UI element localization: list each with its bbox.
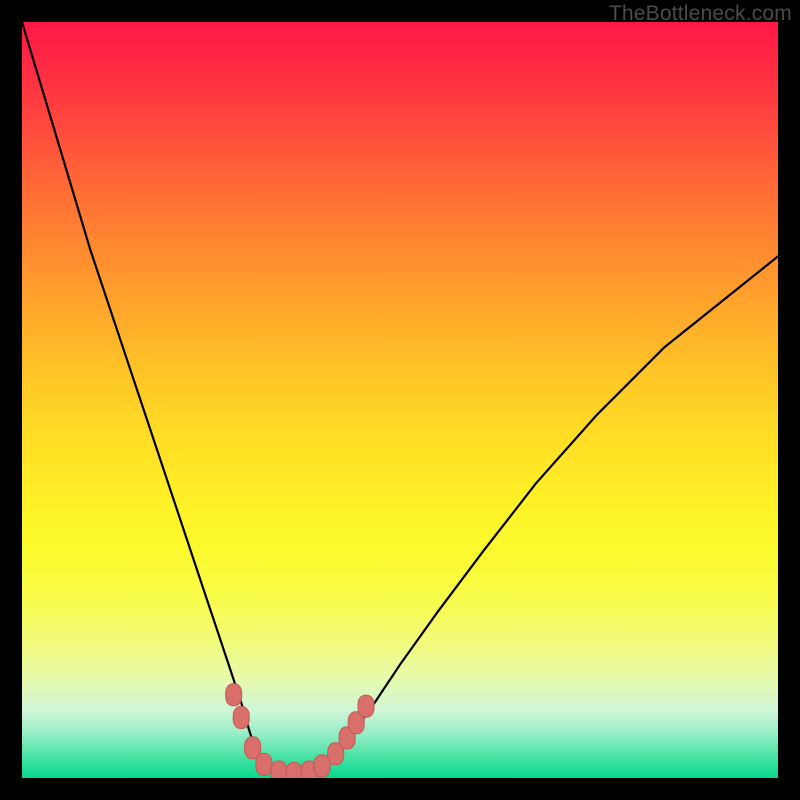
- data-marker: [256, 753, 272, 775]
- curve-svg: [22, 22, 778, 778]
- valley-curve: [22, 22, 778, 775]
- data-marker: [358, 695, 374, 717]
- data-marker: [226, 684, 242, 706]
- data-marker: [271, 761, 287, 778]
- data-marker: [286, 763, 302, 779]
- data-marker: [233, 707, 249, 729]
- marker-group: [226, 684, 374, 778]
- chart-frame: TheBottleneck.com: [0, 0, 800, 800]
- plot-area: [22, 22, 778, 778]
- watermark-text: TheBottleneck.com: [609, 2, 792, 26]
